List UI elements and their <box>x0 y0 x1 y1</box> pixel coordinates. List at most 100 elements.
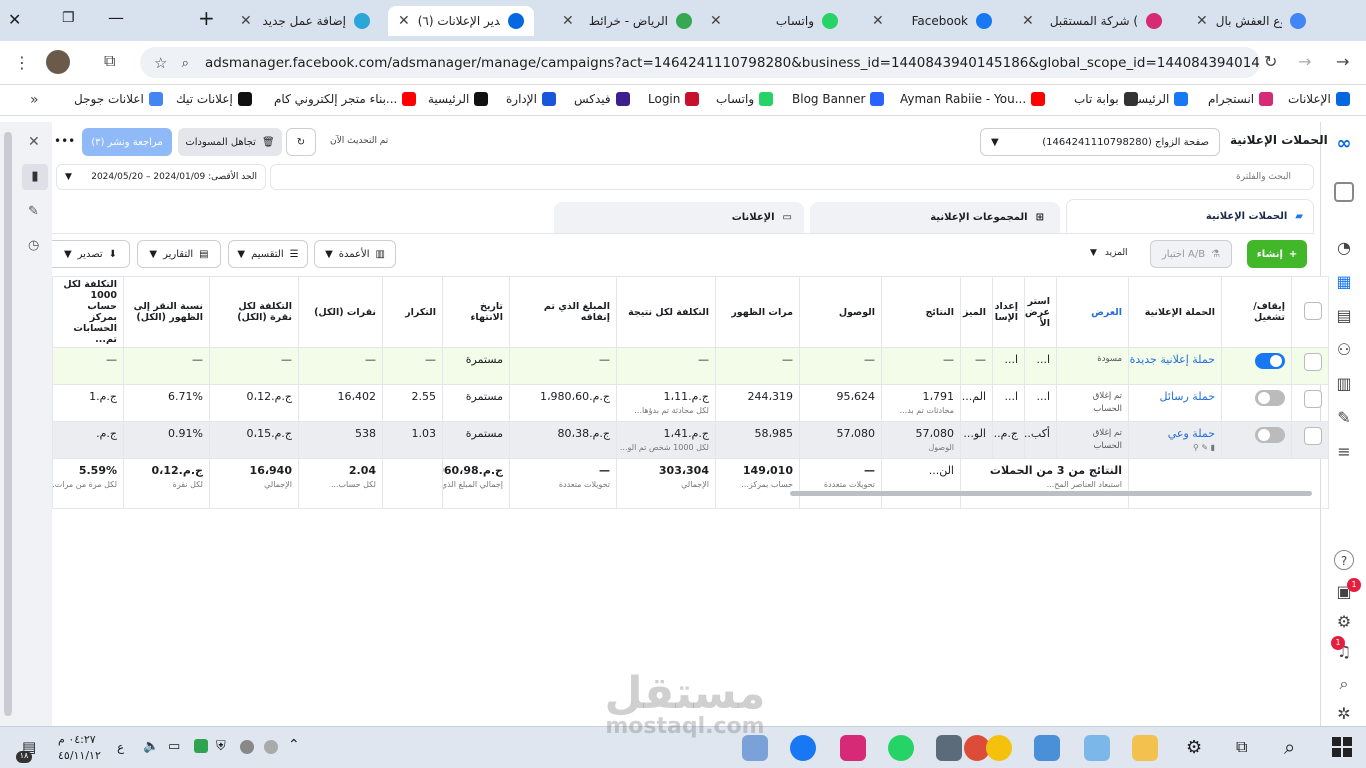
campaign-name-link[interactable]: حملة إعلانية جديدة... <box>1130 353 1216 366</box>
back-icon[interactable]: → <box>1336 52 1349 71</box>
column-header[interactable]: التكلفة لكل 1000 حساب بمركز الحسابات تم.… <box>52 276 124 348</box>
close-tab-icon[interactable]: ✕ <box>872 13 884 29</box>
media-app-icon[interactable] <box>986 735 1012 761</box>
whatsapp-app-icon[interactable] <box>888 735 914 761</box>
audiences-icon[interactable]: ⚇ <box>1334 340 1354 360</box>
shield-icon[interactable]: ⛨ <box>216 739 226 754</box>
volume-icon[interactable]: 🔈 <box>143 739 159 754</box>
column-header[interactable]: إعداد الإسا <box>992 276 1025 348</box>
catalog-icon[interactable]: ▥ <box>1334 374 1354 394</box>
column-header[interactable]: نقرات (الكل) <box>298 276 383 348</box>
extensions-icon[interactable]: ⧉ <box>104 51 115 71</box>
campaigns-table-icon[interactable]: ▦ <box>1334 272 1354 292</box>
bug-report-icon[interactable]: ✲ <box>1334 704 1354 724</box>
menu-kebab-icon[interactable]: ⋮ <box>14 53 30 72</box>
bookmark-item[interactable]: انستجرام <box>1208 92 1274 106</box>
column-header[interactable]: التكلفة لكل نقرة (الكل) <box>209 276 299 348</box>
row-checkbox[interactable] <box>1304 427 1322 445</box>
browser-tab[interactable]: ✕مشروع العفش بال <box>1186 6 1316 36</box>
column-header[interactable]: الحملة الإعلانية <box>1128 276 1222 348</box>
row-actions[interactable]: ▮ ✎ ⚲ <box>1135 443 1215 452</box>
store-app-icon[interactable] <box>1034 735 1060 761</box>
column-header[interactable]: نسبة النقر إلى الظهور (الكل) <box>123 276 210 348</box>
column-header[interactable]: التكرار <box>382 276 443 348</box>
date-range-picker[interactable]: ▼ الحد الأقصى: 2024/01/09 – 2024/05/20 <box>56 164 266 190</box>
app-tray-icon[interactable] <box>194 739 208 753</box>
column-header[interactable]: استر عرض الأ <box>1024 276 1057 348</box>
account-selector[interactable]: ▼ صفحة الزواج (1464241110798280) <box>980 128 1220 156</box>
close-tab-icon[interactable]: ✕ <box>1022 13 1034 29</box>
column-header[interactable]: تاريخ الانتهاء <box>442 276 510 348</box>
close-window-icon[interactable]: ✕ <box>8 10 21 29</box>
table-row[interactable]: حملة إعلانية جديدة... مسودة ا... ا... — — — — — —… <box>52 347 1329 385</box>
bookmark-item[interactable]: الرئيسية <box>428 92 489 106</box>
file-explorer-icon[interactable] <box>1132 735 1158 761</box>
bookmark-item[interactable]: Blog Banner <box>792 92 885 106</box>
more-dropdown[interactable]: ▼ المزيد <box>1090 248 1128 258</box>
close-tab-icon[interactable]: ✕ <box>1196 13 1208 29</box>
tab-ad-sets[interactable]: المجموعات الإعلانية ⊞ <box>810 202 1060 233</box>
close-tab-icon[interactable]: ✕ <box>240 13 252 29</box>
clock-date[interactable]: ٤٥/١١/١٢ <box>58 749 101 762</box>
meta-logo-icon[interactable]: ∞ <box>1334 134 1354 154</box>
settings-gear-icon[interactable]: ⚙ <box>1334 612 1354 632</box>
help-icon[interactable]: ? <box>1334 550 1354 570</box>
close-tab-icon[interactable]: ✕ <box>398 13 410 29</box>
browser-tab[interactable]: ✕ شركة المستقبل ( <box>1012 6 1172 36</box>
bookmark-star-icon[interactable]: ☆ <box>154 54 167 72</box>
task-view-icon[interactable]: ⧉ <box>1236 737 1247 757</box>
refresh-button[interactable]: ↻ <box>286 128 316 156</box>
create-button[interactable]: إنشاء + <box>1247 240 1307 268</box>
announcements-icon[interactable]: ✎ <box>1334 408 1354 428</box>
charts-icon[interactable]: ▮ <box>22 164 48 190</box>
campaign-toggle[interactable] <box>1255 390 1285 406</box>
export-button[interactable]: ▼ تصدير ⬇ <box>52 240 130 268</box>
browser-tab[interactable]: ✕ الرياض - خرائط <box>552 6 702 36</box>
bookmark-item[interactable]: اعلانات جوجل <box>74 92 163 106</box>
campaign-toggle[interactable] <box>1255 427 1285 443</box>
history-clock-icon[interactable]: ◷ <box>28 238 39 253</box>
column-header[interactable]: الوصول <box>799 276 882 348</box>
site-search-icon[interactable]: ⌕ <box>181 55 189 71</box>
browser-tab[interactable]: ✕ (٦) مدير الإعلانات <box>388 6 534 36</box>
dashboard-gauge-icon[interactable]: ◔ <box>1334 238 1354 258</box>
cloud-icon[interactable] <box>240 740 254 754</box>
table-row[interactable]: حملة رسائل تم إغلاق الحساب ا... ا... الم... 1… <box>52 384 1329 422</box>
browser-tab[interactable]: ✕ Facebook <box>862 6 1002 36</box>
editor-app-icon[interactable] <box>1084 735 1110 761</box>
bookmark-item[interactable]: فيدكس <box>574 92 630 106</box>
column-header[interactable]: مرات الظهور <box>715 276 800 348</box>
reports-button[interactable]: ▼ التقارير ▤ <box>137 240 221 268</box>
row-checkbox[interactable] <box>1304 390 1322 408</box>
columns-button[interactable]: ▼ الأعمدة ▥ <box>314 240 396 268</box>
close-tab-icon[interactable]: ✕ <box>710 13 722 29</box>
settings-app-icon[interactable]: ⚙ <box>1186 737 1202 758</box>
close-panel-icon[interactable]: ✕ <box>28 134 40 150</box>
clock-time[interactable]: ٠٤:٢٧ م <box>58 733 96 746</box>
bookmark-item[interactable]: Ayman Rabiie - You... <box>900 92 1046 106</box>
campaign-name-link[interactable]: حملة وعي <box>1168 427 1215 440</box>
bookmark-item[interactable]: إعلانات تيك <box>176 92 252 106</box>
address-bar[interactable]: ☆ ⌕ adsmanager.facebook.com/adsmanager/m… <box>140 47 1260 78</box>
instagram-app-icon[interactable] <box>840 735 866 761</box>
profile-avatar[interactable] <box>46 50 70 74</box>
reload-icon[interactable]: ↻ <box>1264 52 1277 71</box>
bookmark-item[interactable]: الإدارة <box>506 92 556 106</box>
paint-app-icon[interactable] <box>742 735 768 761</box>
bookmark-item[interactable]: واتساب <box>716 92 774 106</box>
bookmark-item[interactable]: بناء متجر إلكتروني كام... <box>274 92 417 106</box>
minimize-window-icon[interactable]: — <box>108 8 124 27</box>
start-button[interactable] <box>1332 737 1352 757</box>
more-options-icon[interactable]: ••• <box>54 134 75 148</box>
vertical-scrollbar[interactable] <box>4 132 12 716</box>
tab-ads[interactable]: الإعلانات ▭ <box>554 202 804 233</box>
column-header[interactable]: التكلفة لكل نتيجة <box>616 276 716 348</box>
column-header[interactable]: النتائج <box>881 276 961 348</box>
row-checkbox[interactable] <box>1304 353 1322 371</box>
breakdown-button[interactable]: ▼ التقسيم ☰ <box>228 240 308 268</box>
tab-campaigns[interactable]: الحملات الإعلانية ▰ <box>1066 199 1314 233</box>
language-indicator[interactable]: ع <box>117 740 124 754</box>
pages-icon[interactable]: ▤ <box>1334 306 1354 326</box>
table-row[interactable]: حملة وعي ▮ ✎ ⚲ تم إغلاق الحساب أكب... ج.م...… <box>52 421 1329 459</box>
column-header[interactable]: إيقاف/تشغيل <box>1221 276 1292 348</box>
